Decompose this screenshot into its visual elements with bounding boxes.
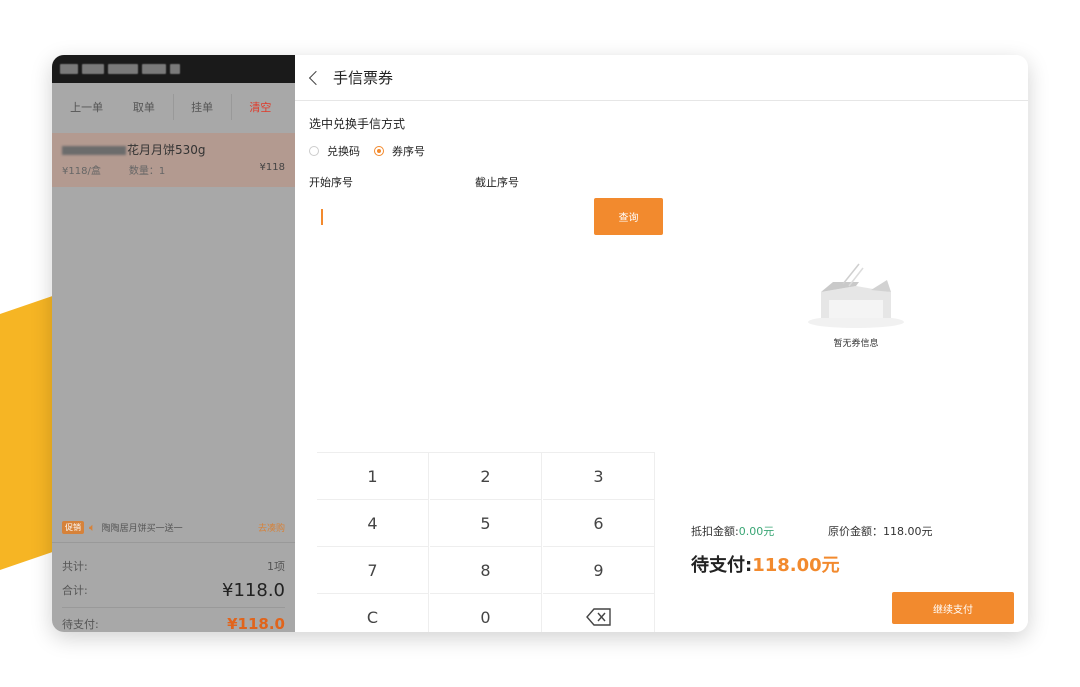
start-serial-label: 开始序号	[309, 176, 353, 189]
promo-bar: 促销 🔈︎ 陶陶居月饼买一送一 去凑购	[52, 513, 295, 543]
cart-item-qty: 数量：1	[128, 166, 166, 177]
hold-order-button[interactable]: 挂单	[174, 99, 231, 115]
summary-total-row: 合计: ¥118.0	[62, 577, 285, 603]
voucher-panel: 手信票券 选中兑换手信方式 兑换码 券序号 开始序号 截止序号 查询 暂无券信息…	[295, 55, 1028, 632]
count-label: 共计:	[62, 560, 88, 573]
radio-serial-number[interactable]	[374, 146, 384, 156]
promo-tag: 促销	[62, 521, 84, 534]
key-1[interactable]: 1	[317, 453, 429, 500]
summary-due-row: 待支付: ¥118.0	[62, 607, 285, 632]
promo-link[interactable]: 去凑购	[258, 521, 285, 534]
end-serial-input[interactable]	[465, 197, 591, 233]
key-8[interactable]: 8	[430, 547, 542, 594]
key-0[interactable]: 0	[430, 594, 542, 632]
key-6[interactable]: 6	[543, 500, 655, 547]
cart-item-meta: ¥118/盒 数量：1 ¥118	[62, 162, 285, 177]
backspace-icon	[585, 608, 611, 626]
method-label: 选中兑换手信方式	[309, 117, 406, 131]
key-9[interactable]: 9	[543, 547, 655, 594]
page-title: 手信票券	[333, 69, 394, 87]
prev-order-button[interactable]: 上一单	[58, 99, 115, 115]
order-summary: 共计: 1项 合计: ¥118.0 待支付: ¥118.0	[52, 555, 295, 632]
key-7[interactable]: 7	[317, 547, 429, 594]
key-4[interactable]: 4	[317, 500, 429, 547]
status-bar-blurred	[142, 64, 166, 74]
start-serial-input[interactable]	[309, 197, 439, 233]
panel-header: 手信票券	[295, 55, 1028, 101]
pos-device-screen: 上一单 取单 挂单 清空 花月月饼530g ¥118/盒 数量：1 ¥118 促…	[52, 55, 1028, 632]
cart-item[interactable]: 花月月饼530g ¥118/盒 数量：1 ¥118	[52, 133, 295, 187]
cart-item-unit-price: ¥118/盒	[62, 166, 101, 177]
amount-due-label: 待支付:	[691, 555, 753, 576]
status-bar	[52, 55, 295, 83]
method-radio-group: 兑换码 券序号	[309, 143, 425, 159]
orig-label: 原价金额：	[828, 525, 883, 538]
empty-box-icon	[808, 263, 904, 328]
key-3[interactable]: 3	[543, 453, 655, 500]
end-serial-label: 截止序号	[475, 176, 519, 189]
deduct-value: 0.00元	[738, 525, 775, 538]
cart-panel: 上一单 取单 挂单 清空 花月月饼530g ¥118/盒 数量：1 ¥118 促…	[52, 55, 295, 632]
amount-due: 待支付:118.00元	[691, 551, 840, 577]
deduct-label: 抵扣金额:	[691, 525, 739, 538]
continue-pay-button[interactable]: 继续支付	[892, 592, 1014, 624]
clear-cart-button[interactable]: 清空	[232, 99, 289, 115]
empty-text: 暂无券信息	[833, 339, 879, 349]
deduct-amount: 抵扣金额:0.00元	[691, 523, 774, 539]
status-bar-blurred	[82, 64, 104, 74]
speaker-icon: 🔈︎	[89, 520, 96, 534]
key-2[interactable]: 2	[430, 453, 542, 500]
query-button[interactable]: 查询	[594, 198, 663, 235]
blurred-brand	[62, 146, 126, 155]
back-icon[interactable]	[308, 70, 324, 85]
key-5[interactable]: 5	[430, 500, 542, 547]
numeric-keypad: 1 2 3 4 5 6 7 8 9 C 0	[317, 452, 655, 632]
cart-toolbar: 上一单 取单 挂单 清空	[52, 83, 295, 131]
due-value: ¥118.0	[227, 614, 285, 633]
radio-serial-number-label[interactable]: 券序号	[392, 143, 425, 159]
summary-count-row: 共计: 1项	[62, 555, 285, 577]
cart-item-name: 花月月饼530g	[127, 143, 206, 157]
cart-item-amount: ¥118	[259, 162, 285, 173]
total-label: 合计:	[62, 584, 88, 597]
status-bar-blurred	[108, 64, 138, 74]
key-backspace[interactable]	[543, 594, 655, 632]
status-bar-blurred	[60, 64, 78, 74]
orig-value: 118.00元	[883, 525, 933, 538]
radio-redeem-code-label[interactable]: 兑换码	[327, 143, 360, 159]
amount-due-value: 118.00元	[752, 555, 840, 576]
text-cursor	[321, 209, 323, 225]
count-value: 1项	[267, 560, 285, 573]
original-amount: 原价金额：118.00元	[828, 523, 933, 539]
empty-state: 暂无券信息	[801, 260, 911, 350]
cart-item-name-row: 花月月饼530g	[62, 141, 285, 158]
total-value: ¥118.0	[222, 579, 285, 601]
promo-text: 陶陶居月饼买一送一	[101, 524, 183, 534]
key-clear[interactable]: C	[317, 594, 429, 632]
status-bar-blurred	[170, 64, 180, 74]
take-order-button[interactable]: 取单	[115, 99, 172, 115]
radio-redeem-code[interactable]	[309, 146, 319, 156]
due-label: 待支付:	[62, 617, 99, 631]
